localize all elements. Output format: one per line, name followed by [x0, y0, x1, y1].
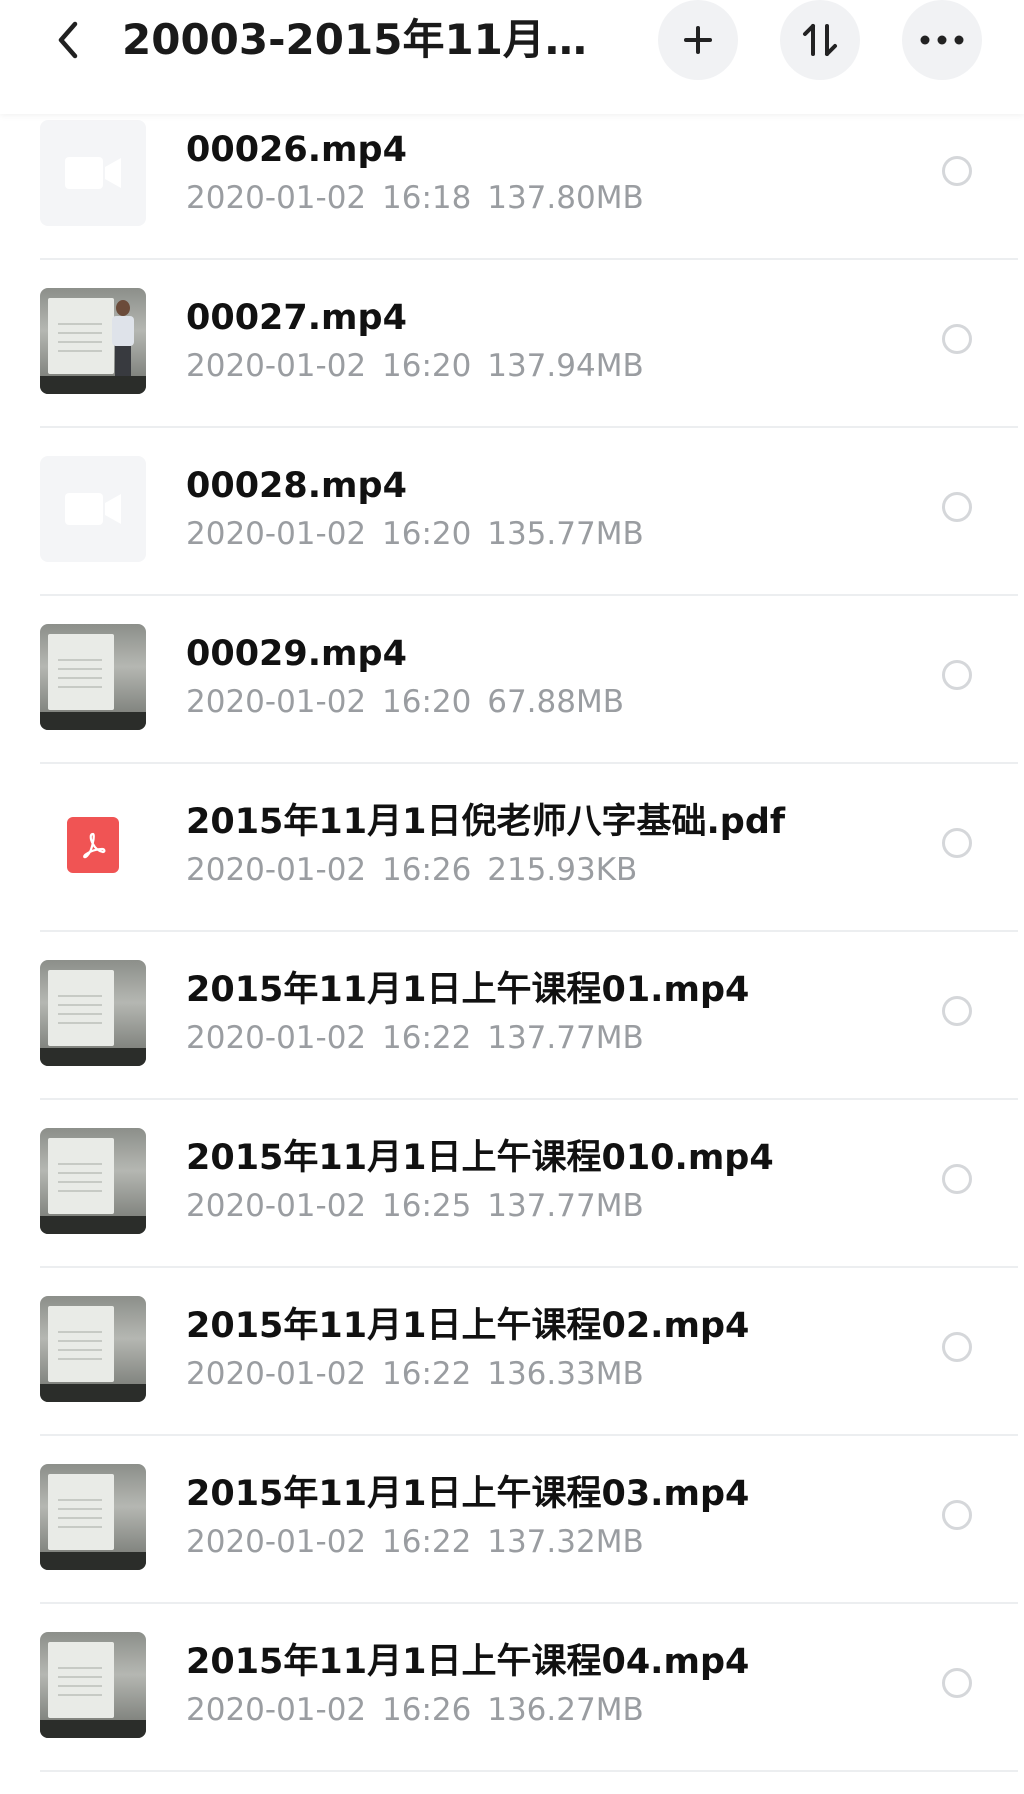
file-name: 00027.mp4: [186, 298, 407, 338]
file-size: 215.93KB: [487, 852, 638, 888]
video-camera-icon: [65, 493, 121, 525]
file-name: 2015年11月1日上午课程010.mp4: [186, 1138, 774, 1178]
file-date: 2020-01-02: [186, 1524, 367, 1560]
file-date: 2020-01-02: [186, 516, 367, 552]
file-time: 16:25: [382, 1188, 472, 1224]
file-name: 2015年11月1日上午课程03.mp4: [186, 1474, 750, 1514]
select-radio[interactable]: [942, 324, 972, 354]
pdf-file-icon: [67, 817, 119, 873]
select-radio[interactable]: [942, 492, 972, 522]
file-name: 2015年11月1日上午课程04.mp4: [186, 1642, 750, 1682]
file-name: 2015年11月1日上午课程02.mp4: [186, 1306, 750, 1346]
video-thumbnail: [40, 1464, 146, 1570]
video-camera-icon: [65, 157, 121, 189]
add-button[interactable]: [658, 0, 738, 80]
select-radio[interactable]: [942, 996, 972, 1026]
file-row[interactable]: 2015年11月1日上午课程010.mp4 2020-01-02 16:25 1…: [0, 1122, 1024, 1290]
select-radio[interactable]: [942, 156, 972, 186]
file-meta: 2020-01-02 16:20 67.88MB: [186, 682, 624, 722]
file-row[interactable]: 2015年11月1日上午课程02.mp4 2020-01-02 16:22 13…: [0, 1290, 1024, 1458]
file-time: 16:20: [382, 684, 472, 720]
video-thumbnail: [40, 456, 146, 562]
file-row[interactable]: 2015年11月1日上午课程04.mp4 2020-01-02 16:26 13…: [0, 1626, 1024, 1794]
file-size: 136.33MB: [487, 1356, 644, 1392]
file-size: 136.27MB: [487, 1692, 644, 1728]
file-time: 16:26: [382, 852, 472, 888]
file-date: 2020-01-02: [186, 180, 367, 216]
file-list: 00026.mp4 2020-01-02 16:18 137.80MB 0002…: [0, 114, 1024, 1794]
file-time: 16:20: [382, 348, 472, 384]
file-meta: 2020-01-02 16:20 135.77MB: [186, 514, 644, 554]
file-name: 2015年11月1日上午课程01.mp4: [186, 970, 750, 1010]
video-thumbnail: [40, 288, 146, 394]
select-radio[interactable]: [942, 1332, 972, 1362]
file-date: 2020-01-02: [186, 1692, 367, 1728]
file-time: 16:22: [382, 1524, 472, 1560]
select-radio[interactable]: [942, 660, 972, 690]
file-date: 2020-01-02: [186, 852, 367, 888]
page-title: 20003-2015年11月1...: [122, 15, 592, 64]
more-dots-icon: [920, 35, 964, 45]
file-time: 16:22: [382, 1020, 472, 1056]
file-meta: 2020-01-02 16:20 137.94MB: [186, 346, 644, 386]
file-name: 00026.mp4: [186, 130, 407, 170]
file-size: 137.77MB: [487, 1188, 644, 1224]
file-date: 2020-01-02: [186, 348, 367, 384]
file-meta: 2020-01-02 16:22 137.77MB: [186, 1018, 644, 1058]
select-radio[interactable]: [942, 828, 972, 858]
file-date: 2020-01-02: [186, 1188, 367, 1224]
file-meta: 2020-01-02 16:22 136.33MB: [186, 1354, 644, 1394]
file-row[interactable]: 00028.mp4 2020-01-02 16:20 135.77MB: [0, 450, 1024, 618]
file-date: 2020-01-02: [186, 1356, 367, 1392]
video-thumbnail: [40, 624, 146, 730]
plus-icon: [684, 26, 712, 54]
sort-icon: [803, 24, 837, 56]
file-date: 2020-01-02: [186, 684, 367, 720]
top-bar: 20003-2015年11月1...: [0, 0, 1024, 114]
file-time: 16:22: [382, 1356, 472, 1392]
file-meta: 2020-01-02 16:22 137.32MB: [186, 1522, 644, 1562]
file-time: 16:20: [382, 516, 472, 552]
more-button[interactable]: [902, 0, 982, 80]
file-row[interactable]: 2015年11月1日上午课程01.mp4 2020-01-02 16:22 13…: [0, 954, 1024, 1122]
file-time: 16:18: [382, 180, 472, 216]
file-name: 00029.mp4: [186, 634, 407, 674]
file-name: 00028.mp4: [186, 466, 407, 506]
pdf-thumbnail: [40, 792, 146, 898]
back-button[interactable]: [40, 12, 96, 68]
select-radio[interactable]: [942, 1500, 972, 1530]
sort-button[interactable]: [780, 0, 860, 80]
file-row[interactable]: 00027.mp4 2020-01-02 16:20 137.94MB: [0, 282, 1024, 450]
video-thumbnail: [40, 1296, 146, 1402]
file-size: 137.32MB: [487, 1524, 644, 1560]
file-size: 67.88MB: [487, 684, 624, 720]
chevron-left-icon: [58, 21, 78, 59]
file-size: 137.94MB: [487, 348, 644, 384]
file-row[interactable]: 2015年11月1日上午课程03.mp4 2020-01-02 16:22 13…: [0, 1458, 1024, 1626]
select-radio[interactable]: [942, 1668, 972, 1698]
file-size: 135.77MB: [487, 516, 644, 552]
select-radio[interactable]: [942, 1164, 972, 1194]
video-thumbnail: [40, 1128, 146, 1234]
file-meta: 2020-01-02 16:18 137.80MB: [186, 178, 644, 218]
file-time: 16:26: [382, 1692, 472, 1728]
file-row[interactable]: 00026.mp4 2020-01-02 16:18 137.80MB: [0, 114, 1024, 282]
file-row[interactable]: 00029.mp4 2020-01-02 16:20 67.88MB: [0, 618, 1024, 786]
file-meta: 2020-01-02 16:26 136.27MB: [186, 1690, 644, 1730]
file-meta: 2020-01-02 16:25 137.77MB: [186, 1186, 644, 1226]
video-thumbnail: [40, 1632, 146, 1738]
file-row[interactable]: 2015年11月1日倪老师八字基础.pdf 2020-01-02 16:26 2…: [0, 786, 1024, 954]
video-thumbnail: [40, 120, 146, 226]
file-size: 137.77MB: [487, 1020, 644, 1056]
video-thumbnail: [40, 960, 146, 1066]
file-meta: 2020-01-02 16:26 215.93KB: [186, 850, 637, 890]
file-size: 137.80MB: [487, 180, 644, 216]
file-name: 2015年11月1日倪老师八字基础.pdf: [186, 802, 786, 842]
file-date: 2020-01-02: [186, 1020, 367, 1056]
